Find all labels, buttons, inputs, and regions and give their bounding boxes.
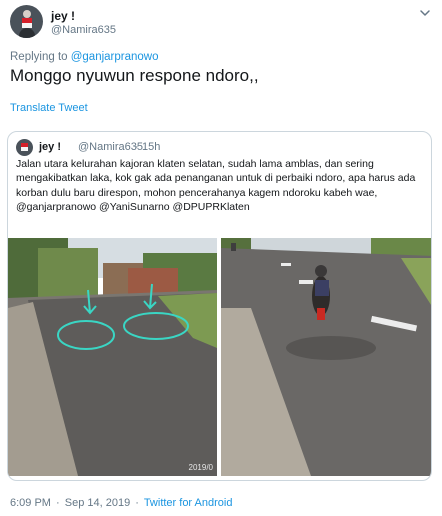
- quoted-author-handle: @Namira635: [78, 141, 143, 153]
- quoted-tweet[interactable]: jey ! @Namira635 · 15h Jalan utara kelur…: [7, 131, 432, 481]
- photo-watermark: 2019/0: [188, 463, 213, 472]
- tweet-source-link[interactable]: Twitter for Android: [144, 497, 233, 509]
- quoted-avatar: [16, 139, 33, 156]
- replying-to: Replying to @ganjarpranowo: [10, 51, 159, 63]
- tweet-meta: 6:09 PM · Sep 14, 2019 · Twitter for And…: [10, 497, 232, 509]
- tweet-time[interactable]: 6:09 PM: [10, 497, 51, 509]
- quoted-separator: ·: [135, 141, 139, 153]
- tweet-date[interactable]: Sep 14, 2019: [65, 497, 130, 509]
- quoted-photo-right[interactable]: [221, 238, 431, 476]
- road-photo-annotated: [8, 238, 217, 476]
- author-handle[interactable]: @Namira635: [51, 24, 116, 36]
- replying-to-label: Replying to: [10, 51, 71, 63]
- author-name[interactable]: jey !: [51, 9, 75, 23]
- reply-mention-link[interactable]: @ganjarpranowo: [71, 51, 159, 63]
- meta-separator: ·: [135, 497, 139, 509]
- meta-separator: ·: [56, 497, 60, 509]
- avatar[interactable]: [10, 5, 43, 38]
- quoted-photo-left[interactable]: 2019/0: [8, 238, 217, 476]
- tweet-card: jey ! @Namira635 Replying to @ganjarpran…: [0, 0, 442, 516]
- quoted-text: Jalan utara kelurahan kajoran klaten sel…: [16, 158, 416, 213]
- chevron-down-icon[interactable]: [418, 6, 432, 20]
- quoted-timestamp: 15h: [142, 141, 161, 153]
- road-photo-motorcycle: [221, 238, 431, 476]
- quoted-author-name: jey !: [39, 141, 62, 153]
- tweet-text: Monggo nyuwun respone ndoro,,: [10, 66, 259, 85]
- translate-tweet-link[interactable]: Translate Tweet: [10, 102, 88, 114]
